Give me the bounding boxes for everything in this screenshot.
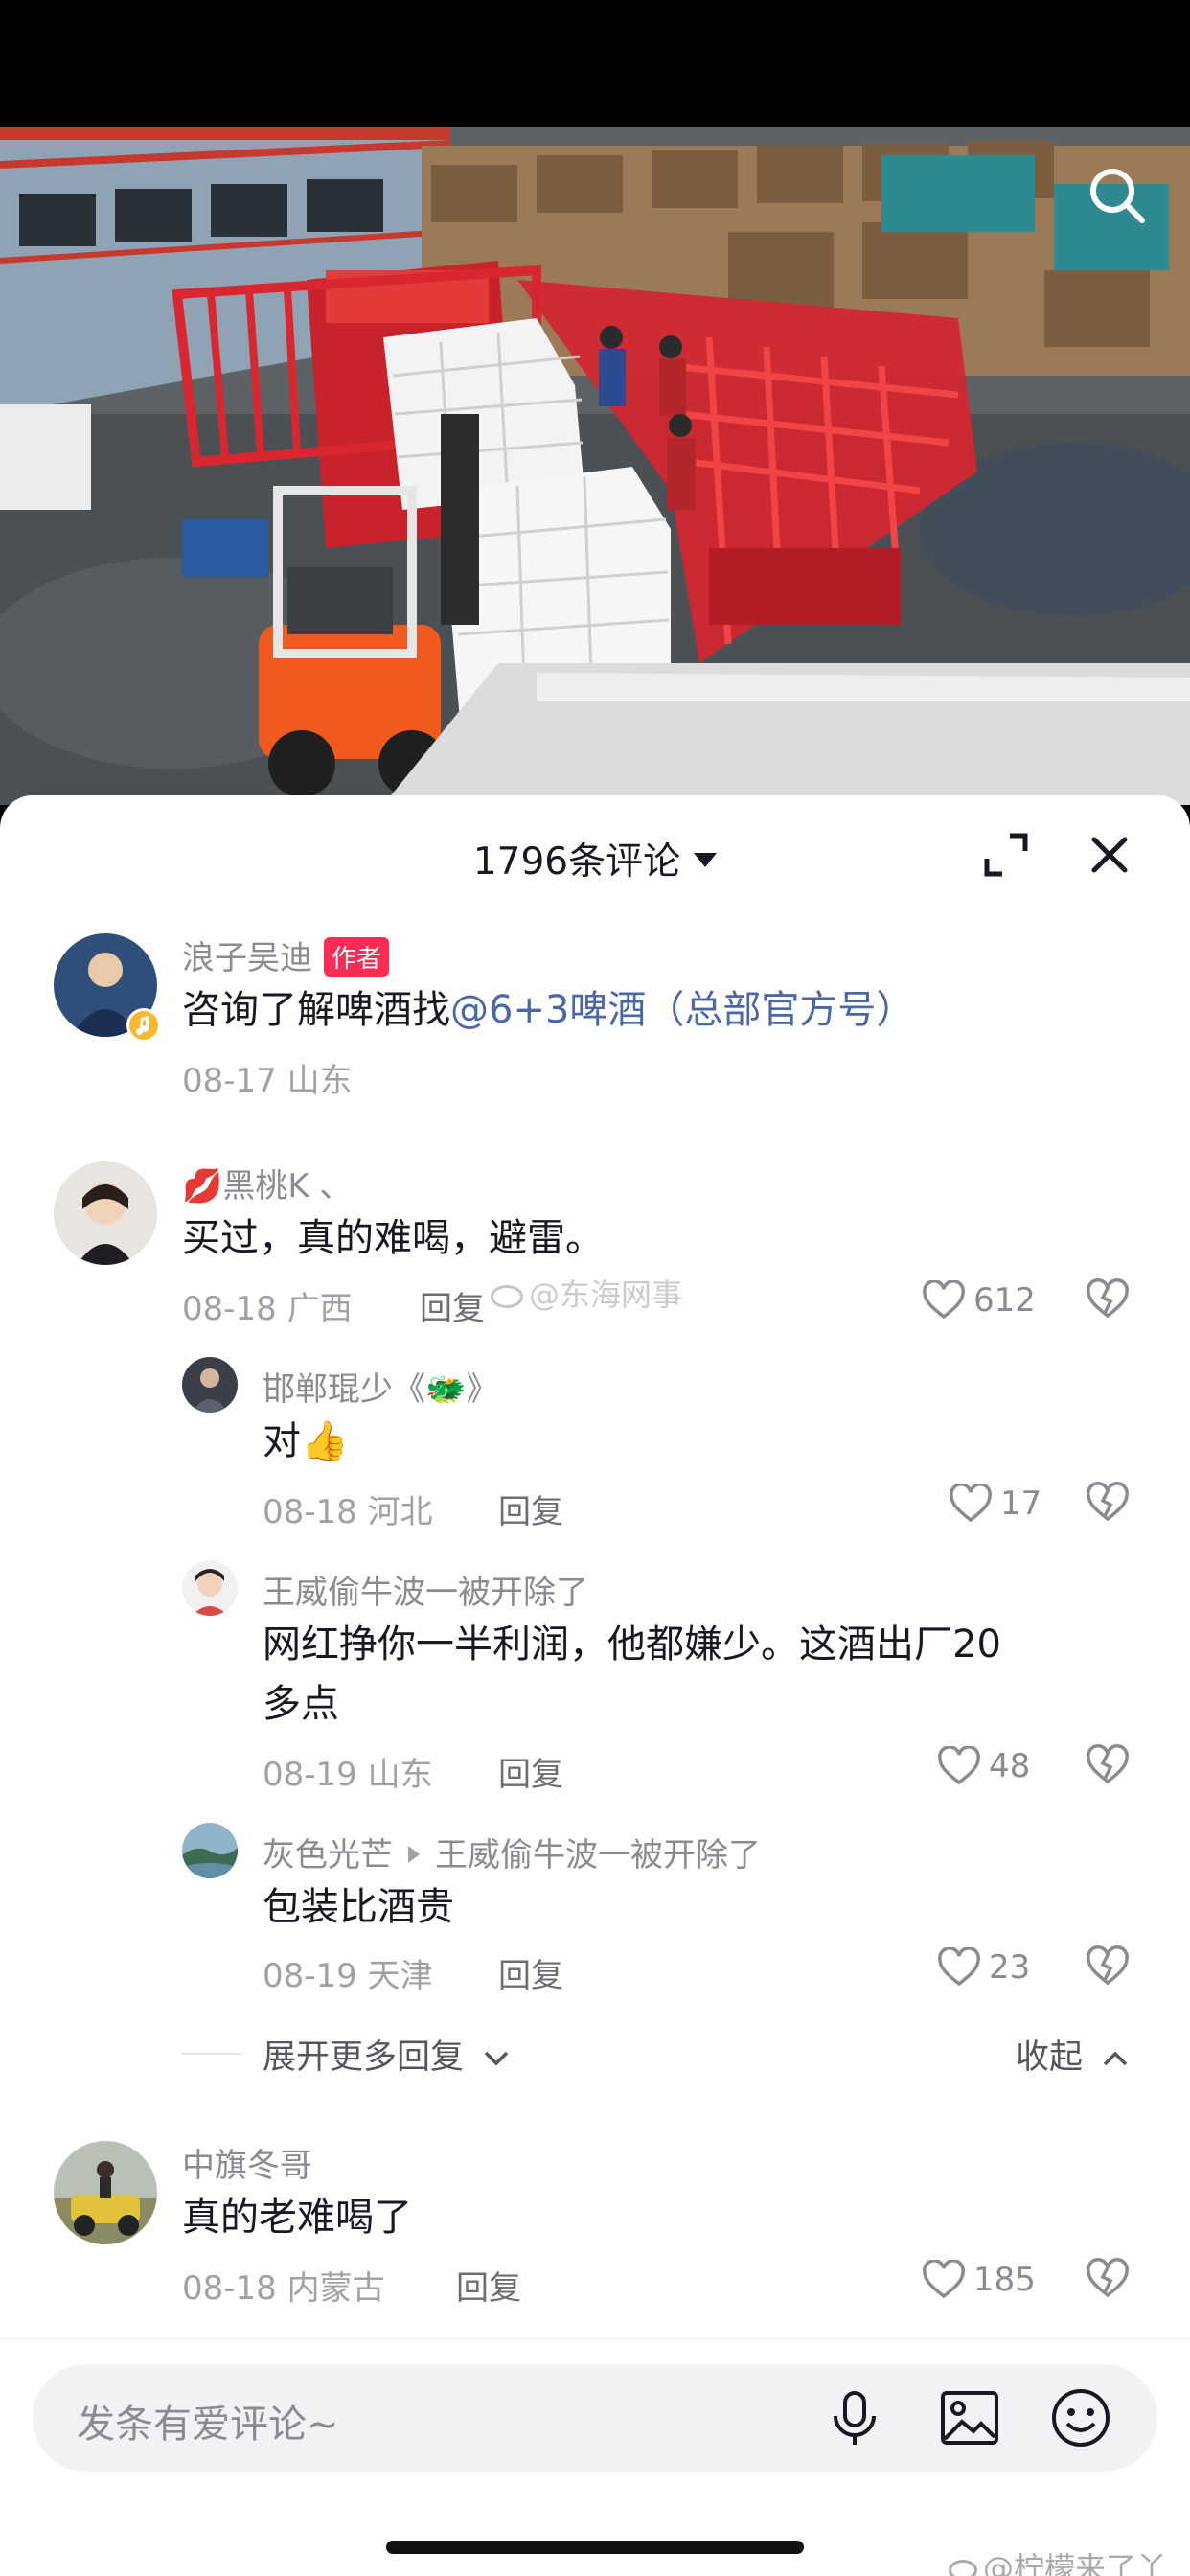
- comment-text-continued: 多点: [263, 1682, 339, 1726]
- heart-icon: [923, 1280, 965, 1320]
- avatar[interactable]: [54, 2141, 157, 2244]
- comment-username[interactable]: 王威偷牛波一被开除了: [263, 1566, 588, 1613]
- author-badge: 作者: [324, 937, 390, 977]
- reply-arrow-icon: [408, 1845, 420, 1863]
- comment-text: 买过，真的难喝，避雷。: [182, 1216, 604, 1260]
- avatar[interactable]: [182, 1823, 238, 1878]
- broken-heart-icon[interactable]: [1085, 2258, 1131, 2304]
- like-button[interactable]: 17: [949, 1480, 1041, 1528]
- broken-heart-icon[interactable]: [1085, 1482, 1131, 1528]
- comment-username[interactable]: 邯郸琨少《🐲》: [263, 1363, 498, 1410]
- like-button[interactable]: 612: [922, 1276, 1036, 1324]
- avatar[interactable]: [182, 1560, 238, 1616]
- broken-heart-icon[interactable]: [1085, 1945, 1131, 1991]
- like-count: 17: [1000, 1484, 1042, 1523]
- chevron-down-icon: [484, 2051, 509, 2066]
- comment-username[interactable]: 💋黑桃K 、: [182, 1160, 352, 1207]
- search-icon[interactable]: [1083, 161, 1152, 230]
- comment-input-placeholder: 发条有爱评论~: [77, 2403, 339, 2447]
- video-frame-image: [0, 126, 1190, 805]
- smiley-icon[interactable]: [1048, 2385, 1113, 2450]
- watermark-center: @东海网事: [491, 1271, 682, 1315]
- comment-meta: 08-19 山东: [263, 1756, 433, 1794]
- reply-button[interactable]: 回复: [498, 1485, 563, 1532]
- like-count: 23: [989, 1948, 1031, 1987]
- comments-header: 1796条评论: [0, 795, 1190, 910]
- thread-divider: [182, 2053, 241, 2055]
- comment-text: 包装比酒贵: [263, 1885, 454, 1929]
- like-count: 185: [973, 2261, 1036, 2299]
- weibo-logo-icon: [491, 1285, 523, 1308]
- mention-link[interactable]: @6+3啤酒（总部官方号）: [450, 988, 914, 1032]
- reply-button[interactable]: 回复: [498, 1748, 563, 1795]
- expand-replies-button[interactable]: 展开更多回复: [263, 2030, 513, 2079]
- reply-button[interactable]: 回复: [420, 1282, 485, 1329]
- reply-header: 灰色光芒 王威偷牛波一被开除了: [263, 1828, 761, 1875]
- comment-meta: 08-18 内蒙古: [182, 2269, 385, 2308]
- comment-input[interactable]: 发条有爱评论~: [33, 2364, 1157, 2472]
- collapse-replies-button[interactable]: 收起: [1016, 2030, 1132, 2079]
- comment-meta: 08-17 山东: [182, 1062, 353, 1100]
- comment-text: 真的老难喝了: [182, 2196, 412, 2240]
- comment-input-bar: 发条有爱评论~ @柠檬来了丫: [0, 2338, 1190, 2576]
- dropdown-caret-icon: [694, 853, 718, 867]
- heart-icon: [938, 1746, 980, 1785]
- like-button[interactable]: 23: [937, 1944, 1030, 1991]
- like-count: 612: [973, 1281, 1036, 1320]
- like-button[interactable]: 185: [922, 2256, 1036, 2304]
- avatar[interactable]: [54, 1162, 157, 1265]
- like-count: 48: [989, 1747, 1031, 1785]
- music-note-icon: [126, 1008, 161, 1043]
- like-button[interactable]: 48: [937, 1742, 1030, 1790]
- heart-icon: [950, 1484, 992, 1523]
- heart-icon: [938, 1947, 980, 1987]
- reply-button[interactable]: 回复: [498, 1949, 563, 1996]
- broken-heart-icon[interactable]: [1085, 1278, 1131, 1324]
- home-indicator: [386, 2541, 804, 2554]
- comment-text: 咨询了解啤酒找@6+3啤酒（总部官方号）: [182, 988, 915, 1032]
- comment-text: 网红挣你一半利润，他都嫌少。这酒出厂20: [263, 1622, 1001, 1667]
- comment-meta: 08-19 天津: [263, 1957, 433, 1995]
- comment-text: 对👍: [263, 1419, 349, 1463]
- reply-button[interactable]: 回复: [456, 2262, 521, 2309]
- close-icon[interactable]: [1085, 830, 1134, 880]
- comment-username[interactable]: 中旗冬哥: [182, 2139, 312, 2186]
- comments-panel: 1796条评论 浪子吴迪 作者 咨询了解啤酒找@6+3啤酒（总部官方号） 08-…: [0, 795, 1190, 2576]
- watermark-bottom: @柠檬来了丫: [949, 2544, 1167, 2576]
- avatar[interactable]: [182, 1357, 238, 1413]
- microphone-icon[interactable]: [822, 2385, 887, 2450]
- comment-meta: 08-18 河北: [263, 1493, 433, 1531]
- comment-meta: 08-18 广西: [182, 1290, 353, 1328]
- broken-heart-icon[interactable]: [1085, 1744, 1131, 1790]
- chevron-up-icon: [1103, 2051, 1128, 2066]
- heart-icon: [923, 2260, 965, 2299]
- expand-icon[interactable]: [981, 830, 1031, 880]
- comment-username[interactable]: 灰色光芒: [263, 1836, 393, 1874]
- comment-username[interactable]: 浪子吴迪: [182, 939, 312, 978]
- reply-to-username[interactable]: 王威偷牛波一被开除了: [435, 1836, 761, 1874]
- weibo-logo-icon: [949, 2560, 977, 2576]
- image-icon[interactable]: [937, 2385, 1002, 2450]
- status-bar-area: [0, 0, 1190, 126]
- video-player[interactable]: [0, 126, 1190, 805]
